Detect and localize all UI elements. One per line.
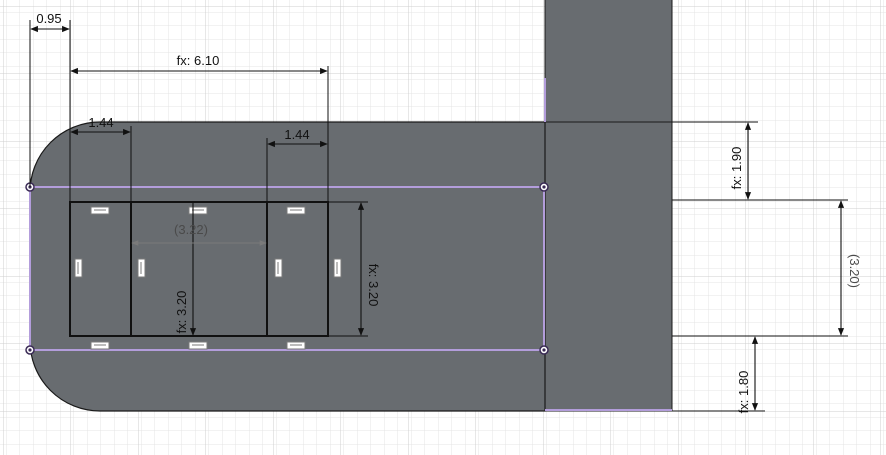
sketch-canvas[interactable]: 0.95 fx: 6.10 1.44 1.44 (3.22) fx: 3.20 … <box>0 0 886 455</box>
dim-right-slot[interactable]: 1.44 <box>284 127 309 142</box>
dim-total-width[interactable]: fx: 6.10 <box>177 53 220 68</box>
dim-offset-left[interactable]: 0.95 <box>36 11 61 26</box>
dim-left-slot[interactable]: 1.44 <box>88 115 113 130</box>
dim-inner-width: (3.22) <box>174 222 208 237</box>
dim-top-gap[interactable]: fx: 1.90 <box>729 147 744 190</box>
dim-bottom-gap[interactable]: fx: 1.80 <box>736 371 751 414</box>
dim-overall-height: (3.20) <box>847 254 862 288</box>
dim-center-height[interactable]: fx: 3.20 <box>174 291 189 334</box>
dim-inner-height[interactable]: fx: 3.20 <box>366 264 381 307</box>
